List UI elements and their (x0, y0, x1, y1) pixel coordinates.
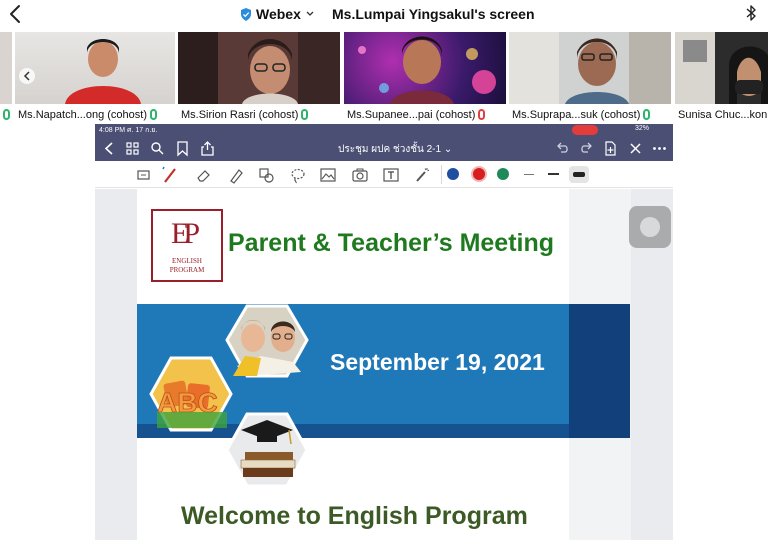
participant-video (15, 32, 175, 104)
app-name: Webex (256, 6, 301, 22)
undo-icon[interactable] (554, 140, 571, 157)
back-icon[interactable] (101, 140, 118, 157)
redo-icon[interactable] (578, 140, 595, 157)
participant-name: Sunisa Chuc...kon (675, 106, 768, 123)
participant-tile[interactable]: Ms.Suprapa...suk (cohost) (509, 32, 671, 123)
participant-strip: Ms.Napatch...ong (cohost) Ms.Sirion Rasr… (0, 32, 768, 123)
image-icon[interactable] (319, 166, 337, 184)
microphone-icon (3, 109, 10, 120)
logo-text: ENGLISH PROGRAM (169, 257, 205, 274)
app-switcher[interactable]: Webex (240, 6, 315, 22)
stroke-thick-option[interactable] (569, 166, 589, 183)
participant-name-text: Ms.Sirion Rasri (cohost) (181, 108, 299, 121)
participant-video-frame (509, 32, 671, 104)
participant-tile[interactable]: Sunisa Chuc...kon (675, 32, 768, 123)
chevron-down-icon (306, 11, 314, 16)
microphone-muted-icon (478, 109, 486, 120)
page-mode-icon[interactable] (135, 166, 153, 184)
participant-name: Ms.Sirion Rasri (cohost) (178, 106, 340, 123)
participant-video-frame (178, 32, 340, 104)
kids-reading-image (225, 304, 309, 378)
shapes-icon[interactable] (257, 166, 275, 184)
participant-video-frame (358, 36, 496, 104)
document-title[interactable]: ประชุม ผปค ช่วงชั้น 2-1 ⌄ (338, 142, 452, 157)
search-icon[interactable] (149, 140, 166, 157)
logo-mark: EP (171, 217, 200, 250)
participant-name-text: Ms.Napatch...ong (cohost) (18, 108, 148, 121)
participant-video (0, 32, 12, 104)
slide-dark-band (569, 304, 630, 438)
add-page-icon[interactable] (602, 140, 619, 157)
share-icon[interactable] (199, 140, 216, 157)
recording-indicator (572, 125, 598, 135)
close-icon[interactable] (627, 140, 644, 157)
battery-indicator: 32% (634, 125, 649, 132)
participant-video (675, 32, 768, 104)
stroke-medium-option[interactable] (548, 173, 559, 175)
participant-video (344, 32, 506, 104)
graduation-books-image (225, 412, 309, 488)
lasso-icon[interactable] (289, 166, 307, 184)
microphone-icon (643, 109, 651, 120)
english-program-logo: EP ENGLISH PROGRAM (151, 209, 223, 282)
participant-tile[interactable]: Ms.Supanee...pai (cohost) (344, 32, 506, 123)
bookmark-icon[interactable] (174, 140, 191, 157)
stroke-thick-preview (573, 172, 585, 177)
laser-pointer-icon[interactable] (413, 166, 431, 184)
shared-navbar: ประชุม ผปค ช่วงชั้น 2-1 ⌄ (95, 136, 673, 161)
stroke-thin-option[interactable] (524, 174, 534, 175)
participant-name: Ms.Suprapa...suk (cohost) (509, 106, 671, 123)
annotation-toolbar (95, 161, 673, 188)
status-time: 4:08 PM ศ. 17 ก.ย. (99, 127, 158, 134)
camera-icon[interactable] (351, 166, 369, 184)
participant-video-frame (19, 39, 141, 104)
color-swatch-green[interactable] (497, 168, 509, 180)
participant-mic-partial (0, 106, 12, 123)
shield-icon (241, 7, 251, 21)
participant-name: Ms.Supanee...pai (cohost) (344, 106, 506, 123)
participant-tile[interactable]: Ms.Sirion Rasri (cohost) (178, 32, 340, 123)
participant-video (178, 32, 340, 104)
more-icon[interactable] (651, 140, 668, 157)
participant-name-text: Ms.Supanee...pai (cohost) (347, 108, 476, 121)
pen-icon[interactable] (161, 166, 179, 184)
top-bar: Webex Ms.Lumpai Yingsakul's screen (0, 0, 768, 30)
screen-title: Ms.Lumpai Yingsakul's screen (332, 6, 535, 22)
microphone-icon (150, 109, 158, 120)
assistive-touch-dot (640, 217, 660, 237)
toolbar-divider (441, 165, 442, 184)
participant-tile-partial[interactable] (0, 32, 12, 123)
microphone-icon (301, 109, 309, 120)
hexagon-image-cluster: ABC (149, 304, 309, 488)
participant-video-frame (675, 32, 768, 104)
abc-blocks-image: ABC (149, 356, 233, 432)
bluetooth-icon (746, 5, 756, 21)
grid-icon[interactable] (124, 140, 141, 157)
color-swatch-red-selected[interactable] (471, 166, 487, 182)
eraser-icon[interactable] (195, 166, 213, 184)
slide-title: Parent & Teacher’s Meeting (228, 229, 555, 257)
participant-name-text: Sunisa Chuc...kon (678, 108, 768, 121)
back-chevron-icon[interactable] (6, 3, 26, 25)
slide-date: September 19, 2021 (330, 349, 545, 375)
participant-name-text: Ms.Suprapa...suk (cohost) (512, 108, 641, 121)
participant-name: Ms.Napatch...ong (cohost) (15, 106, 175, 123)
participant-video (509, 32, 671, 104)
slide-welcome: Welcome to English Program (181, 502, 528, 530)
assistive-touch-button[interactable] (629, 206, 671, 248)
participant-tile[interactable]: Ms.Napatch...ong (cohost) (15, 32, 175, 123)
color-swatch-blue[interactable] (447, 168, 459, 180)
highlighter-icon[interactable] (227, 166, 245, 184)
text-icon[interactable] (382, 166, 400, 184)
